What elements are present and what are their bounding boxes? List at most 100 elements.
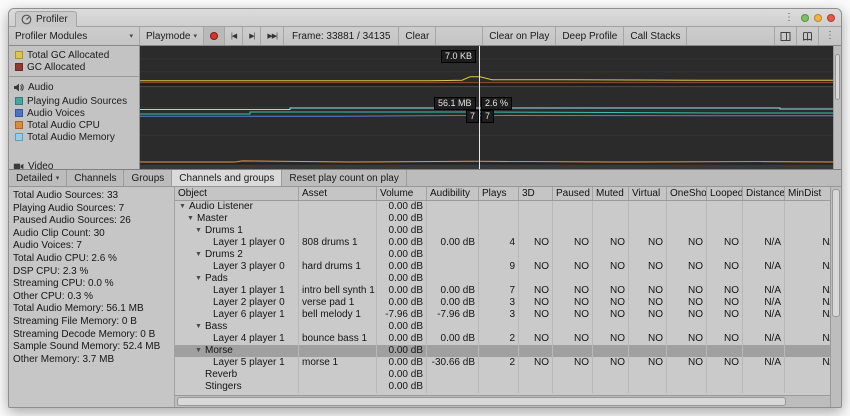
- details-tab[interactable]: Detailed ▾: [9, 170, 67, 186]
- skip-to-last-icon: ▶▶|: [267, 32, 277, 40]
- object-cell: Layer 4 player 1: [213, 333, 285, 345]
- video-module-header[interactable]: Video: [9, 159, 139, 169]
- record-button[interactable]: [204, 27, 225, 45]
- profiler-modules-dropdown[interactable]: Profiler Modules▾: [9, 27, 140, 45]
- mindist-cell: [785, 249, 830, 261]
- table-row[interactable]: ▼ Layer 3 player 0 hard drums 1 0.00 dB …: [175, 261, 830, 273]
- plays-cell: [479, 273, 519, 285]
- volume-cell: 0.00 dB: [377, 201, 427, 213]
- column-header[interactable]: Audibility: [427, 187, 479, 200]
- oneshot-cell: NO: [667, 285, 707, 297]
- mindist-cell: N/A: [785, 285, 830, 297]
- column-header[interactable]: MinDist: [785, 187, 830, 200]
- scrollbar-thumb[interactable]: [835, 54, 840, 100]
- column-header[interactable]: Asset: [299, 187, 377, 200]
- deep-profile-toggle[interactable]: Deep Profile: [556, 27, 624, 45]
- clear-on-play-toggle[interactable]: Clear on Play: [482, 27, 556, 45]
- table-row[interactable]: ▼ Layer 1 player 0 808 drums 1 0.00 dB 0…: [175, 237, 830, 249]
- foldout-arrow-icon[interactable]: ▼: [195, 249, 205, 261]
- details-tab[interactable]: Channels ▾: [67, 170, 124, 186]
- column-header[interactable]: Volume: [377, 187, 427, 200]
- table-row[interactable]: ▼ Morse 0.00 dB: [175, 345, 830, 357]
- table-row[interactable]: ▼ Audio Listener 0.00 dB: [175, 201, 830, 213]
- profiler-window: Profiler ⋮ Profiler Modules▾ Playmode▾ |…: [8, 8, 842, 408]
- chevron-down-icon: ▾: [56, 174, 60, 182]
- column-header[interactable]: Plays: [479, 187, 519, 200]
- column-header[interactable]: Virtual: [629, 187, 667, 200]
- table-row[interactable]: ▼ Master 0.00 dB: [175, 213, 830, 225]
- profiler-chart[interactable]: 7.0 KB 56.1 MB 2.6 % 7 7: [140, 46, 833, 169]
- legend-item[interactable]: Total GC Allocated: [9, 49, 139, 61]
- details-tab[interactable]: Channels and groups ▾: [172, 170, 282, 186]
- table-header: ObjectAssetVolumeAudibilityPlays3DPaused…: [175, 187, 830, 201]
- column-header[interactable]: Object: [175, 187, 299, 200]
- column-header[interactable]: Paused: [553, 187, 593, 200]
- window-control-green[interactable]: [801, 14, 809, 22]
- legend-item[interactable]: Playing Audio Sources: [9, 95, 139, 107]
- modules-scrollbar[interactable]: [833, 46, 841, 169]
- plays-cell: 2: [479, 357, 519, 369]
- legend-swatch: [15, 97, 23, 105]
- audibility-cell: -7.96 dB: [427, 309, 479, 321]
- legend-label: Total Audio CPU: [27, 120, 100, 131]
- table-row[interactable]: ▼ Stingers 0.00 dB: [175, 381, 830, 393]
- foldout-arrow-icon[interactable]: ▼: [195, 345, 205, 357]
- window-menu-icon[interactable]: ⋮: [782, 13, 796, 23]
- table-row[interactable]: ▼ Bass 0.00 dB: [175, 321, 830, 333]
- foldout-arrow-icon[interactable]: ▼: [187, 213, 197, 225]
- profiler-tab[interactable]: Profiler: [15, 11, 77, 27]
- scrollbar-thumb[interactable]: [177, 397, 786, 406]
- table-row[interactable]: ▼ Layer 1 player 1 intro bell synth 1 0.…: [175, 285, 830, 297]
- foldout-arrow-icon[interactable]: ▼: [179, 201, 189, 213]
- legend-swatch: [15, 121, 23, 129]
- window-control-red[interactable]: [827, 14, 835, 22]
- manual-button[interactable]: [797, 27, 819, 45]
- table-row[interactable]: ▼ Drums 2 0.00 dB: [175, 249, 830, 261]
- legend-item[interactable]: Total Audio CPU: [9, 119, 139, 131]
- oneshot-cell: [667, 213, 707, 225]
- distance-cell: N/A: [743, 333, 785, 345]
- stat-line: DSP CPU: 2.3 %: [13, 266, 174, 279]
- legend-item[interactable]: Audio Voices: [9, 107, 139, 119]
- audio-legend: Playing Audio Sources Audio Voices Total…: [9, 95, 139, 143]
- vertical-scrollbar[interactable]: [830, 187, 841, 407]
- clear-button[interactable]: Clear: [399, 27, 436, 45]
- details-tab[interactable]: Groups ▾: [124, 170, 172, 186]
- layout-button[interactable]: [775, 27, 797, 45]
- table-row[interactable]: ▼ Pads 0.00 dB: [175, 273, 830, 285]
- foldout-arrow-icon[interactable]: ▼: [195, 273, 205, 285]
- legend-item[interactable]: GC Allocated: [9, 61, 139, 73]
- foldout-arrow-icon[interactable]: ▼: [195, 321, 205, 333]
- table-row[interactable]: ▼ Drums 1 0.00 dB: [175, 225, 830, 237]
- horizontal-scrollbar[interactable]: [175, 395, 830, 407]
- volume-cell: 0.00 dB: [377, 357, 427, 369]
- column-header[interactable]: OneShot: [667, 187, 707, 200]
- scrollbar-thumb[interactable]: [832, 189, 840, 317]
- column-header[interactable]: Muted: [593, 187, 629, 200]
- details-tab[interactable]: Reset play count on play ▾: [282, 170, 407, 186]
- playhead[interactable]: [479, 46, 480, 169]
- column-header[interactable]: Looped: [707, 187, 743, 200]
- legend-label: Playing Audio Sources: [27, 96, 127, 107]
- table-row[interactable]: ▼ Layer 6 player 1 bell melody 1 -7.96 d…: [175, 309, 830, 321]
- first-frame-button[interactable]: |◀: [225, 27, 243, 45]
- muted-cell: NO: [593, 285, 629, 297]
- column-header[interactable]: Distance: [743, 187, 785, 200]
- playmode-dropdown[interactable]: Playmode▾: [140, 27, 204, 45]
- audio-module-header[interactable]: Audio: [9, 80, 139, 95]
- legend-item[interactable]: Total Audio Memory: [9, 131, 139, 143]
- current-frame-button[interactable]: ▶▶|: [261, 27, 284, 45]
- table-row[interactable]: ▼ Reverb 0.00 dB: [175, 369, 830, 381]
- foldout-arrow-icon[interactable]: ▼: [195, 225, 205, 237]
- column-header[interactable]: 3D: [519, 187, 553, 200]
- plays-cell: 7: [479, 285, 519, 297]
- table-row[interactable]: ▼ Layer 2 player 0 verse pad 1 0.00 dB 0…: [175, 297, 830, 309]
- window-control-yellow[interactable]: [814, 14, 822, 22]
- table-row[interactable]: ▼ Layer 5 player 1 morse 1 0.00 dB -30.6…: [175, 357, 830, 369]
- next-frame-button[interactable]: ▶|: [243, 27, 261, 45]
- volume-cell: 0.00 dB: [377, 225, 427, 237]
- call-stacks-toggle[interactable]: Call Stacks: [624, 27, 687, 45]
- context-menu-button[interactable]: ⋮: [819, 27, 841, 45]
- plays-cell: [479, 321, 519, 333]
- table-row[interactable]: ▼ Layer 4 player 1 bounce bass 1 0.00 dB…: [175, 333, 830, 345]
